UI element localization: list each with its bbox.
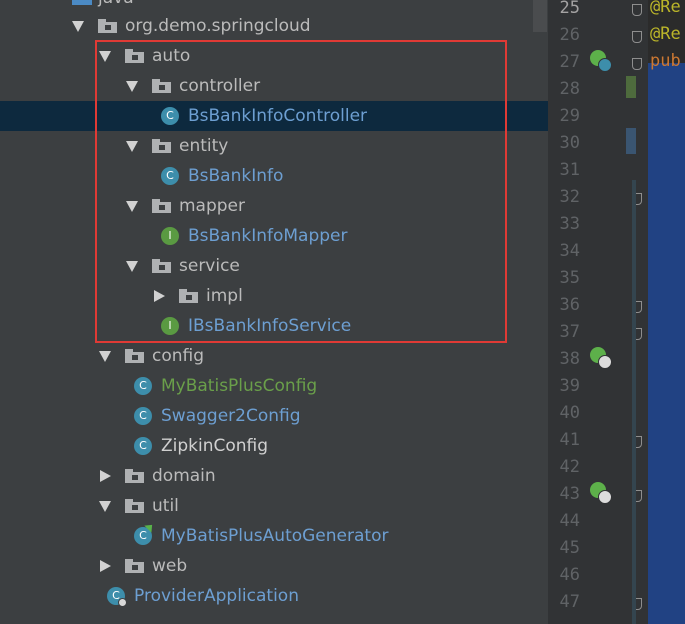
tree-item-java[interactable]: java [98,0,134,9]
tree-item-label: ProviderApplication [134,586,299,606]
code-line-26[interactable]: @Re [650,24,681,44]
line-number[interactable]: 44 [548,511,580,531]
spring-web-mapping-icon[interactable] [590,482,612,504]
project-tree: java org.demo.springcloudautocontrollerC… [0,0,548,624]
line-number[interactable]: 25 [548,0,580,18]
line-number[interactable]: 41 [548,430,580,450]
line-number[interactable]: 35 [548,268,580,288]
vcs-modified-marker[interactable] [626,128,636,154]
tree-item-zipkinconfig[interactable]: C ZipkinConfig [0,431,548,461]
line-number[interactable]: 37 [548,322,580,342]
ide-window: java org.demo.springcloudautocontrollerC… [0,0,685,624]
line-number[interactable]: 29 [548,106,580,126]
fold-region-indicator [632,180,636,624]
line-number[interactable]: 42 [548,457,580,477]
tree-item-mybatisplusautogenerator[interactable]: C MyBatisPlusAutoGenerator [0,521,548,551]
line-number[interactable]: 33 [548,214,580,234]
tree-item-config[interactable]: config [0,341,548,371]
line-number[interactable]: 47 [548,592,580,612]
package-folder-icon [125,349,144,363]
collapse-arrow-icon[interactable] [99,501,111,512]
tree-item-label: MyBatisPlusConfig [161,376,318,396]
code-line-25[interactable]: @Re [650,0,681,17]
line-number[interactable]: 28 [548,79,580,99]
fold-toggle-icon[interactable] [632,4,642,16]
spring-boot-class-icon: C [107,587,127,607]
tree-item-label: util [152,496,179,516]
runnable-class-icon: C [134,521,156,545]
collapse-arrow-icon[interactable] [72,21,84,32]
spring-web-mapping-icon[interactable] [590,347,612,369]
line-number[interactable]: 36 [548,295,580,315]
class-icon: C [134,377,152,395]
package-folder-icon [98,19,117,33]
tree-item-label: web [152,556,188,576]
line-number[interactable]: 27 [548,52,580,72]
class-icon: C [134,437,152,455]
line-number[interactable]: 31 [548,160,580,180]
package-folder-icon [125,559,144,573]
expand-arrow-icon[interactable] [100,560,111,572]
tree-item-mybatisplusconfig[interactable]: C MyBatisPlusConfig [0,371,548,401]
fold-toggle-icon[interactable] [632,31,642,43]
tree-item-label: domain [152,466,216,486]
tree-item-domain[interactable]: domain [0,461,548,491]
line-number[interactable]: 43 [548,484,580,504]
line-number[interactable]: 26 [548,25,580,45]
scrollbar-thumb[interactable] [533,0,547,32]
code-line-27[interactable]: pub [650,51,681,71]
tree-item-label: MyBatisPlusAutoGenerator [161,526,389,546]
line-number[interactable]: 46 [548,565,580,585]
collapse-arrow-icon[interactable] [99,351,111,362]
tree-item-label: Swagger2Config [161,406,301,426]
line-number[interactable]: 40 [548,403,580,423]
line-number[interactable]: 32 [548,187,580,207]
package-folder-icon [125,499,144,513]
tree-item-util[interactable]: util [0,491,548,521]
line-number[interactable]: 30 [548,133,580,153]
code-selection-highlight [648,63,685,624]
fold-toggle-icon[interactable] [632,58,642,70]
line-number[interactable]: 45 [548,538,580,558]
tree-item-providerapplication[interactable]: C ProviderApplication [0,581,548,611]
tree-item-swagger2config[interactable]: C Swagger2Config [0,401,548,431]
tree-item-org-demo-springcloud[interactable]: org.demo.springcloud [0,11,548,41]
highlight-annotation-box [95,40,507,343]
line-number[interactable]: 34 [548,241,580,261]
tree-item-label: config [152,346,205,366]
tree-item-web[interactable]: web [0,551,548,581]
expand-arrow-icon[interactable] [100,470,111,482]
tree-item-label: ZipkinConfig [161,436,269,456]
class-icon: C [134,407,152,425]
spring-bean-class-icon[interactable] [590,50,612,72]
vcs-added-marker[interactable] [626,76,636,98]
line-number[interactable]: 39 [548,376,580,396]
tree-item-label: org.demo.springcloud [125,16,311,36]
java-source-folder-icon [72,0,92,5]
package-folder-icon [125,469,144,483]
line-number[interactable]: 38 [548,349,580,369]
